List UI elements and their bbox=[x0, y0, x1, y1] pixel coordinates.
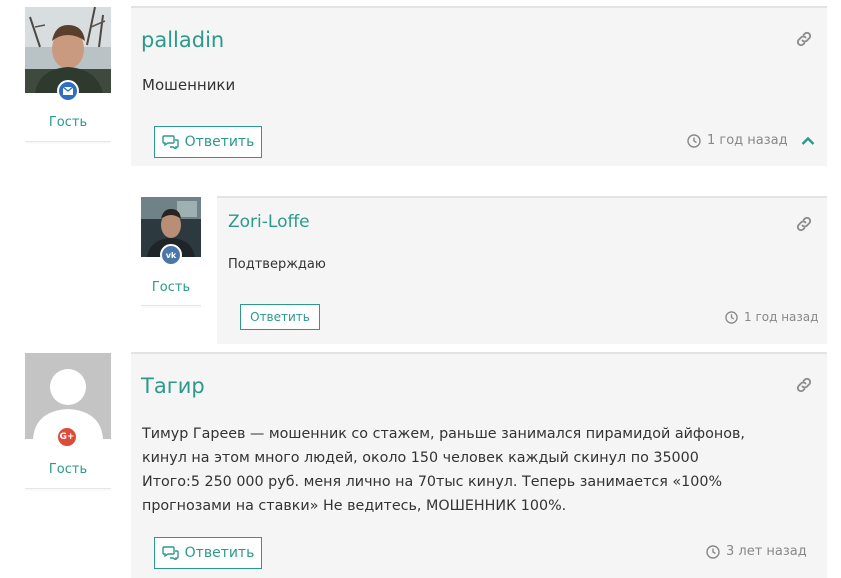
comment-author[interactable]: Тагир bbox=[141, 374, 205, 398]
comment-text: Подтверждаю bbox=[228, 257, 326, 272]
reply-label: Ответить bbox=[250, 310, 310, 324]
comments-icon bbox=[161, 135, 179, 149]
envelope-icon bbox=[57, 80, 79, 102]
google-plus-icon: G+ bbox=[56, 426, 78, 448]
comment-card: Тагир Тимур Гареев — мошенник со стажем,… bbox=[131, 352, 827, 578]
clock-icon bbox=[706, 544, 720, 559]
reply-button[interactable]: Ответить bbox=[154, 537, 262, 569]
reply-label: Ответить bbox=[184, 545, 255, 561]
divider bbox=[141, 305, 201, 306]
comment-card: Zori-Loffe Подтверждаю Ответить 1 год на… bbox=[217, 196, 827, 344]
chevron-up-icon[interactable] bbox=[801, 136, 815, 146]
reply-button[interactable]: Ответить bbox=[154, 126, 262, 158]
user-role: Гость bbox=[48, 462, 88, 477]
comment-text: Тимур Гареев — мошенник со стажем, раньш… bbox=[142, 426, 745, 514]
link-icon[interactable] bbox=[795, 30, 813, 48]
comment-text: Мошенники bbox=[142, 76, 236, 94]
vk-icon: vk bbox=[160, 244, 182, 266]
divider bbox=[25, 488, 111, 489]
comment-author[interactable]: palladin bbox=[141, 28, 224, 52]
user-role: Гость bbox=[151, 280, 191, 295]
clock-icon bbox=[725, 310, 738, 324]
reply-button[interactable]: Ответить bbox=[240, 304, 320, 330]
comment-card: palladin Мошенники Ответить 1 год назад bbox=[131, 6, 827, 166]
link-icon[interactable] bbox=[795, 376, 813, 394]
comment-time: 3 лет назад bbox=[706, 544, 807, 559]
user-role: Гость bbox=[48, 115, 88, 130]
reply-label: Ответить bbox=[184, 134, 255, 150]
comment-time: 1 год назад bbox=[687, 133, 788, 148]
comment-author[interactable]: Zori-Loffe bbox=[228, 212, 310, 232]
comment-time: 1 год назад bbox=[725, 310, 818, 324]
link-icon[interactable] bbox=[795, 215, 813, 233]
comments-icon bbox=[161, 546, 179, 560]
divider bbox=[25, 141, 111, 142]
clock-icon bbox=[687, 133, 701, 148]
